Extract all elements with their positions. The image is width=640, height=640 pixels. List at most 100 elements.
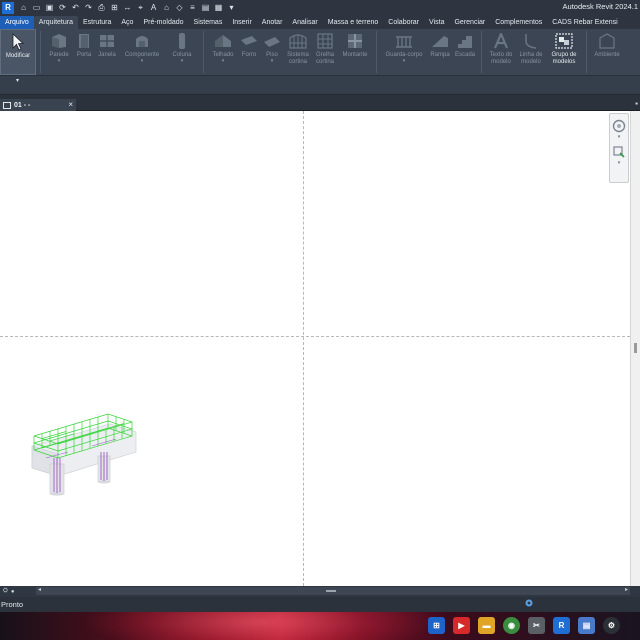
revit-taskbar-icon[interactable]: R <box>553 617 570 634</box>
section-icon[interactable]: ◇ <box>173 2 186 14</box>
sync-icon[interactable]: ⟳ <box>56 2 69 14</box>
model-text-icon <box>492 32 510 50</box>
tab-anotar[interactable]: Anotar <box>257 16 288 29</box>
notepad-icon[interactable]: ▤ <box>578 617 595 634</box>
worksharing-icon[interactable] <box>524 598 534 610</box>
view-tab-01[interactable]: 01 - - × <box>0 99 76 111</box>
floor-button[interactable]: Piso ▾ <box>260 29 284 75</box>
thin-lines-icon[interactable]: ≡ <box>186 2 199 14</box>
customize-icon[interactable]: ▾ <box>225 2 238 14</box>
horizontal-scroll-thumb[interactable] <box>326 590 336 592</box>
youtube-icon[interactable]: ▶ <box>453 617 470 634</box>
home-icon[interactable]: ⌂ <box>17 2 30 14</box>
ribbon-panel-titles: ▾ <box>0 75 640 94</box>
roof-dropdown-icon[interactable]: ▾ <box>222 59 225 64</box>
tab-inserir[interactable]: Inserir <box>227 16 256 29</box>
vertical-scroll-thumb[interactable] <box>634 343 637 353</box>
component-dropdown-icon[interactable]: ▾ <box>141 59 144 64</box>
door-button[interactable]: Porta <box>73 29 95 75</box>
column-icon <box>173 32 191 50</box>
window-button[interactable]: Janela <box>95 29 119 75</box>
cursor-arrow-icon <box>9 33 27 51</box>
save-icon[interactable]: ▣ <box>43 2 56 14</box>
tab-aco[interactable]: Aço <box>116 16 138 29</box>
tab-gerenciar[interactable]: Gerenciar <box>449 16 490 29</box>
visual-style-icon[interactable]: ● <box>11 589 15 595</box>
curtain-system-icon <box>289 32 307 50</box>
drawing-canvas[interactable]: ▾ ▾ <box>0 111 630 586</box>
steering-wheel-icon[interactable] <box>611 118 627 134</box>
close-icon[interactable]: × <box>68 100 73 109</box>
steering-wheel-dropdown-icon[interactable]: ▾ <box>618 134 621 140</box>
model-group-button[interactable]: Grupo de modelos <box>546 29 582 75</box>
settings-icon[interactable]: ⚙ <box>603 617 620 634</box>
tab-analisar[interactable]: Analisar <box>287 16 322 29</box>
revit-logo[interactable]: R <box>2 1 14 14</box>
component-button[interactable]: Componente ▾ <box>119 29 165 75</box>
floor-dropdown-icon[interactable]: ▾ <box>271 59 274 64</box>
ramp-button[interactable]: Rampa <box>427 29 453 75</box>
switch-windows-icon[interactable]: ▦ <box>212 2 225 14</box>
view-scale-icon[interactable]: ⛭ <box>3 588 8 595</box>
zoom-dropdown-icon[interactable]: ▾ <box>618 160 621 166</box>
text-icon[interactable]: A <box>147 2 160 14</box>
view-tabs-menu-icon[interactable]: ▪ <box>635 99 638 108</box>
file-explorer-icon[interactable]: ▬ <box>478 617 495 634</box>
tab-pre-moldado[interactable]: Pré-moldado <box>138 16 188 29</box>
vertical-scrollbar[interactable] <box>630 111 640 586</box>
window-label: Janela <box>98 52 116 58</box>
horizontal-scrollbar[interactable]: ◂ ▸ <box>36 587 630 595</box>
curtain-system-button[interactable]: Sistema cortina <box>284 29 312 75</box>
undo-icon[interactable]: ↶ <box>69 2 82 14</box>
room-icon <box>598 32 616 50</box>
door-icon <box>75 32 93 50</box>
scroll-left-icon[interactable]: ◂ <box>38 586 41 593</box>
curtain-grid-button[interactable]: Grelha cortina <box>312 29 338 75</box>
status-bar: Pronto <box>0 597 640 612</box>
tab-massa-e-terreno[interactable]: Massa e terreno <box>323 16 384 29</box>
column-dropdown-icon[interactable]: ▾ <box>181 59 184 64</box>
column-button[interactable]: Coluna ▾ <box>165 29 199 75</box>
zoom-region-icon[interactable] <box>611 144 627 160</box>
wall-button[interactable]: Parede ▾ <box>45 29 73 75</box>
tab-cads-rebar[interactable]: CADS Rebar Extensi <box>547 16 622 29</box>
tab-colaborar[interactable]: Colaborar <box>383 16 424 29</box>
dimension-icon[interactable]: ↔ <box>121 2 134 14</box>
redo-icon[interactable]: ↷ <box>82 2 95 14</box>
ceiling-button[interactable]: Forro <box>238 29 260 75</box>
horizontal-reference-line <box>0 336 630 337</box>
select-panel-dropdown-icon[interactable]: ▾ <box>16 77 19 84</box>
model-group-label: Grupo de modelos <box>551 52 576 66</box>
roof-button[interactable]: Telhado ▾ <box>208 29 238 75</box>
tab-estrutura[interactable]: Estrutura <box>78 16 116 29</box>
measure-icon[interactable]: ⊞ <box>108 2 121 14</box>
railing-dropdown-icon[interactable]: ▾ <box>403 59 406 64</box>
revit-logo-letter: R <box>5 3 11 12</box>
3d-view-icon[interactable]: ⌂ <box>160 2 173 14</box>
tab-complementos[interactable]: Complementos <box>490 16 547 29</box>
model-line-button[interactable]: Linha de modelo <box>516 29 546 75</box>
tab-arquivo[interactable]: Arquivo <box>0 16 34 29</box>
stair-button[interactable]: Escada <box>453 29 477 75</box>
tag-icon[interactable]: ⌖ <box>134 2 147 14</box>
snipping-tool-icon[interactable]: ✂ <box>528 617 545 634</box>
ramp-icon <box>431 32 449 50</box>
tab-arquitetura[interactable]: Arquitetura <box>33 16 78 29</box>
close-hidden-icon[interactable]: ▤ <box>199 2 212 14</box>
mullion-button[interactable]: Montante <box>338 29 372 75</box>
modify-label: Modificar <box>5 53 31 59</box>
chrome-icon[interactable]: ◉ <box>503 617 520 634</box>
tab-vista[interactable]: Vista <box>424 16 449 29</box>
open-icon[interactable]: ▭ <box>30 2 43 14</box>
modify-button[interactable]: Modificar <box>0 29 36 75</box>
room-button[interactable]: Ambiente <box>591 29 623 75</box>
wall-dropdown-icon[interactable]: ▾ <box>58 59 61 64</box>
model-text-button[interactable]: Texto do modelo <box>486 29 516 75</box>
rebar-model-3d[interactable] <box>28 406 140 496</box>
tab-sistemas[interactable]: Sistemas <box>189 16 228 29</box>
railing-button[interactable]: Guarda-corpo ▾ <box>381 29 427 75</box>
start-icon[interactable]: ⊞ <box>428 617 445 634</box>
scroll-right-icon[interactable]: ▸ <box>625 586 628 593</box>
ceiling-icon <box>240 32 258 50</box>
print-icon[interactable]: ⎙ <box>95 2 108 14</box>
